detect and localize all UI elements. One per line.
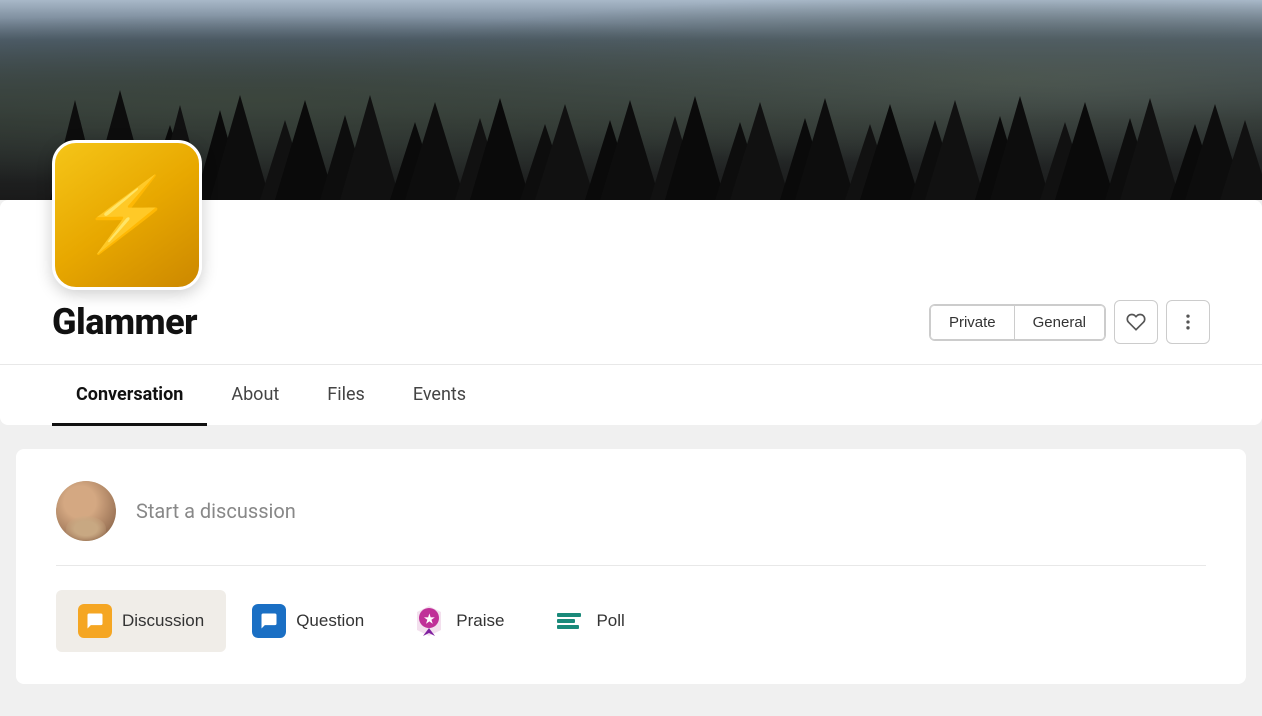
discussion-card: Start a discussion Discussion <box>16 449 1246 684</box>
content-area: Start a discussion Discussion <box>0 437 1262 696</box>
praise-icon: ★ <box>412 604 446 638</box>
page-container: ✓ Joined ⚡ Glammer Private General <box>0 0 1262 716</box>
poll-icon <box>552 604 586 638</box>
profile-name: Glammer <box>52 301 197 343</box>
discussion-label: Discussion <box>122 611 204 631</box>
tab-conversation[interactable]: Conversation <box>52 366 207 426</box>
private-tag[interactable]: Private <box>930 305 1015 340</box>
avatar-image <box>56 481 116 541</box>
discussion-icon <box>78 604 112 638</box>
svg-text:★: ★ <box>424 612 435 626</box>
poll-button[interactable]: Poll <box>530 590 646 652</box>
praise-button[interactable]: ★ Praise <box>390 590 526 652</box>
discussion-button[interactable]: Discussion <box>56 590 226 652</box>
profile-logo: ⚡ <box>52 140 202 290</box>
general-tag[interactable]: General <box>1015 305 1105 340</box>
question-button[interactable]: ? Question <box>230 590 386 652</box>
lightning-icon: ⚡ <box>77 179 177 251</box>
question-label: Question <box>296 611 364 631</box>
discussion-placeholder[interactable]: Start a discussion <box>136 499 1206 523</box>
discussion-start: Start a discussion <box>56 481 1206 566</box>
tab-about[interactable]: About <box>207 366 303 426</box>
more-options-button[interactable] <box>1166 300 1210 344</box>
tab-files[interactable]: Files <box>303 366 389 426</box>
user-avatar <box>56 481 116 541</box>
action-buttons: Discussion ? Question <box>56 590 1206 652</box>
svg-text:?: ? <box>268 616 273 626</box>
profile-card: ⚡ Glammer Private General <box>0 200 1262 425</box>
profile-actions: Private General <box>929 300 1210 344</box>
question-icon: ? <box>252 604 286 638</box>
ellipsis-icon <box>1178 312 1198 332</box>
tabs-bar: Conversation About Files Events <box>0 364 1262 425</box>
tab-events[interactable]: Events <box>389 366 490 426</box>
poll-label: Poll <box>596 611 624 631</box>
favorite-button[interactable] <box>1114 300 1158 344</box>
heart-icon <box>1126 312 1146 332</box>
praise-label: Praise <box>456 611 504 631</box>
